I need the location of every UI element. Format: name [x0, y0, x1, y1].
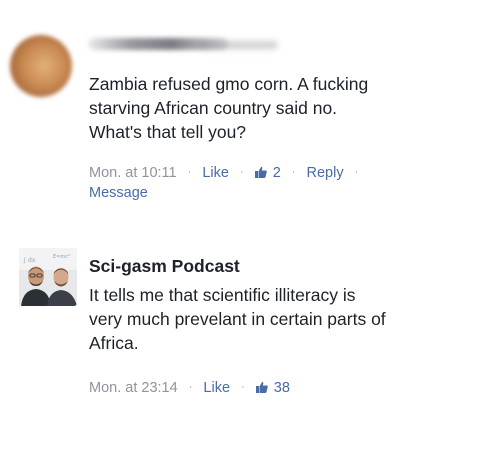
separator-dot: · — [188, 381, 193, 393]
comment-actions: Mon. at 10:11 · Like · 2 · Reply · — [89, 163, 365, 184]
comment-text: Zambia refused gmo corn. A fucking starv… — [89, 74, 369, 142]
like-count[interactable]: 2 — [273, 165, 281, 181]
message-button[interactable]: Message — [89, 185, 148, 201]
separator-dot: · — [354, 166, 359, 178]
svg-text:∫ dx: ∫ dx — [23, 257, 36, 264]
separator-dot: · — [291, 166, 296, 178]
svg-text:E=mc²: E=mc² — [53, 254, 70, 260]
avatar[interactable] — [10, 35, 72, 97]
comment-thread: Zambia refused gmo corn. A fucking starv… — [0, 0, 500, 452]
like-button[interactable]: Like — [203, 380, 230, 396]
thumbs-up-icon — [254, 166, 267, 178]
comment-timestamp[interactable]: Mon. at 10:11 — [89, 165, 177, 181]
comment-text: It tells me that scientific illiteracy i… — [89, 285, 386, 353]
like-count[interactable]: 38 — [274, 380, 290, 396]
separator-dot: · — [239, 166, 244, 178]
comment-timestamp[interactable]: Mon. at 23:14 — [89, 380, 178, 396]
redacted-author-name — [88, 38, 228, 50]
reply-button[interactable]: Reply — [307, 165, 344, 181]
separator-dot: · — [187, 166, 192, 178]
separator-dot: · — [241, 381, 245, 393]
author-name[interactable]: Sci-gasm Podcast — [89, 256, 240, 277]
like-button[interactable]: Like — [202, 165, 229, 181]
thumbs-up-icon — [255, 381, 268, 393]
avatar[interactable]: ∫ dx E=mc² — [19, 248, 77, 306]
comment-actions-line2: Message — [89, 183, 148, 203]
comment-actions: Mon. at 23:14 · Like · 38 — [89, 378, 290, 399]
